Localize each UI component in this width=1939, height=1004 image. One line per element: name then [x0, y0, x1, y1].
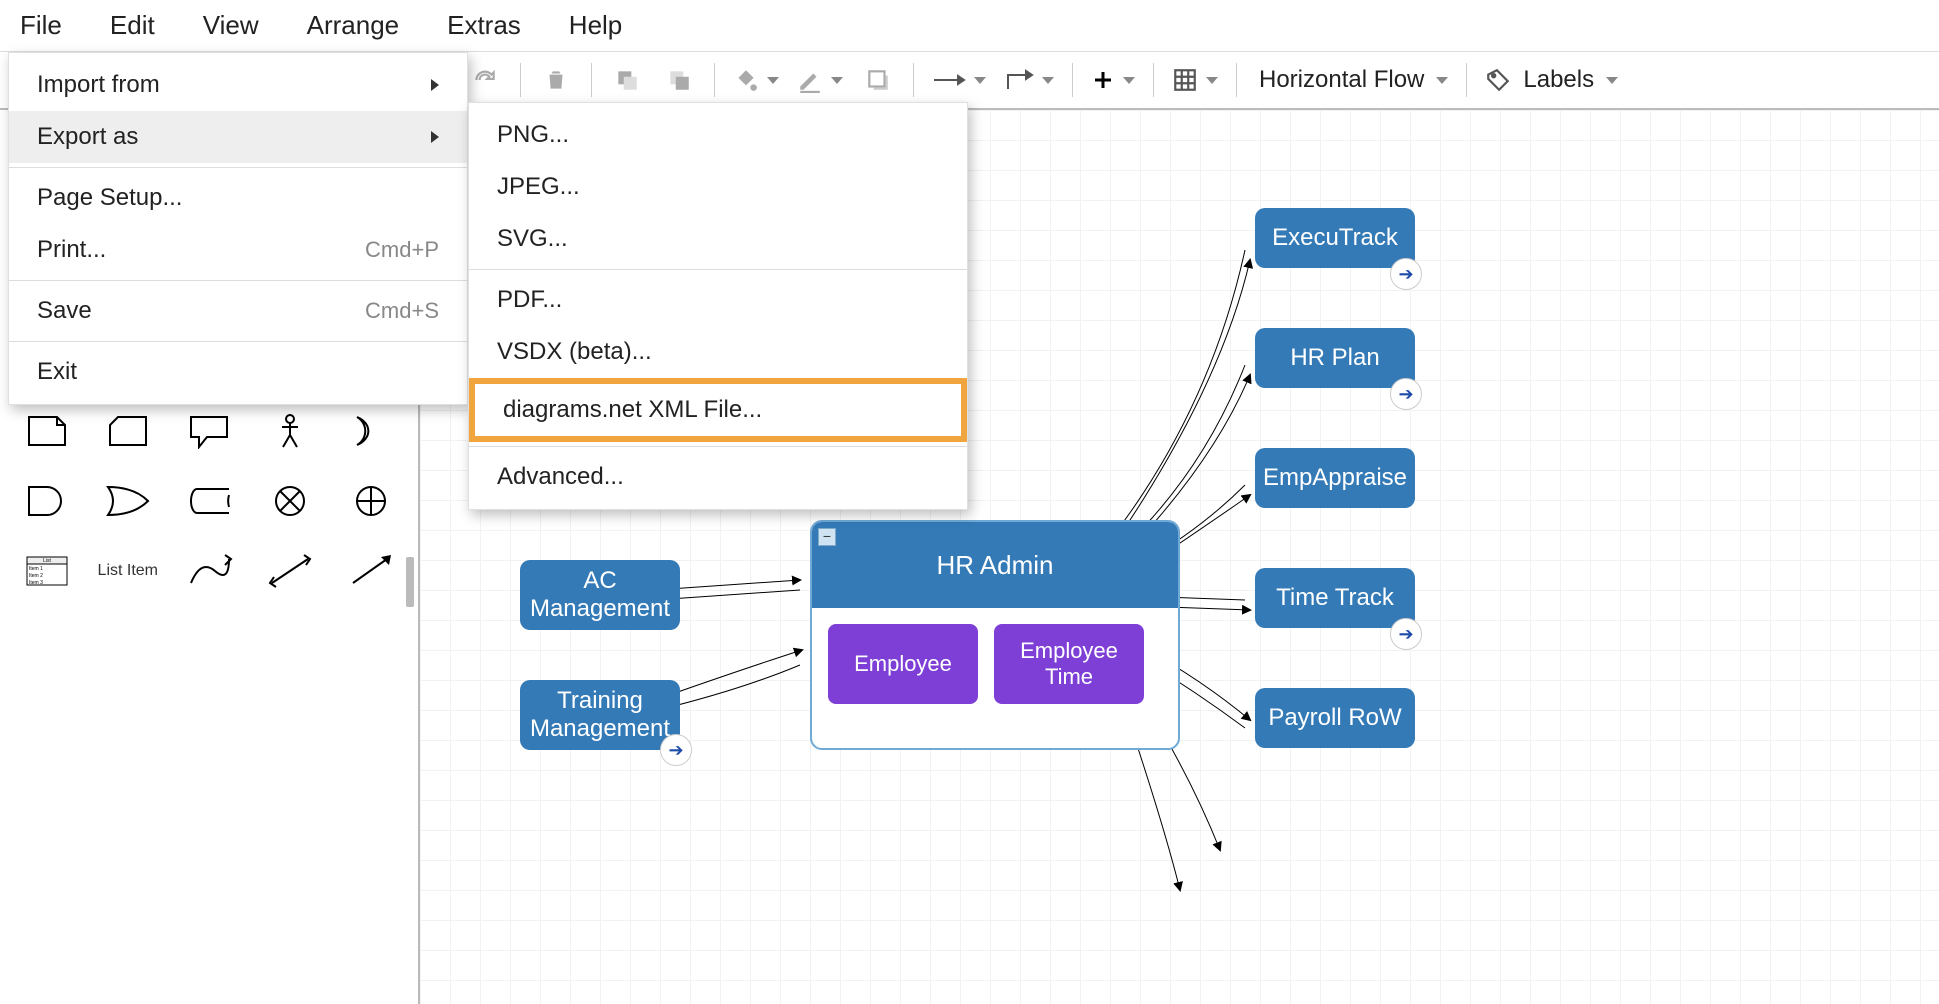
shape-arrow[interactable] — [335, 540, 408, 602]
menu-file[interactable]: File — [10, 4, 72, 47]
export-xml[interactable]: diagrams.net XML File... — [469, 378, 967, 442]
shape-sum-circle[interactable] — [335, 470, 408, 532]
line-color-button[interactable] — [797, 67, 843, 93]
svg-text:Item 2: Item 2 — [29, 573, 43, 579]
export-png[interactable]: PNG... — [469, 109, 967, 161]
export-vsdx[interactable]: VSDX (beta)... — [469, 326, 967, 378]
shape-list-item[interactable]: List Item — [91, 540, 164, 602]
shape-actor[interactable] — [254, 400, 327, 462]
collapse-icon[interactable]: − — [818, 528, 836, 546]
export-svg[interactable]: SVG... — [469, 213, 967, 265]
menu-export-as[interactable]: Export as — [9, 111, 467, 163]
to-front-icon[interactable] — [610, 63, 644, 97]
to-back-icon[interactable] — [662, 63, 696, 97]
insert-button[interactable] — [1091, 68, 1135, 92]
chevron-right-icon — [431, 79, 439, 91]
node-executrack[interactable]: ExecuTrack — [1255, 208, 1415, 268]
shape-note[interactable] — [10, 400, 83, 462]
table-button[interactable] — [1172, 67, 1218, 93]
menu-exit[interactable]: Exit — [9, 346, 467, 398]
node-hr-admin-header[interactable]: − HR Admin — [812, 522, 1178, 608]
labels-button[interactable]: Labels — [1485, 66, 1618, 94]
node-employee-time[interactable]: Employee Time — [994, 624, 1144, 704]
trash-icon[interactable] — [539, 63, 573, 97]
node-payroll-row[interactable]: Payroll RoW — [1255, 688, 1415, 748]
menu-print[interactable]: Print...Cmd+P — [9, 224, 467, 276]
menu-save[interactable]: SaveCmd+S — [9, 285, 467, 337]
menu-view[interactable]: View — [193, 4, 269, 47]
shape-crescent[interactable] — [335, 400, 408, 462]
layout-selector[interactable]: Horizontal Flow — [1255, 66, 1448, 94]
shape-card[interactable] — [91, 400, 164, 462]
node-hr-plan[interactable]: HR Plan — [1255, 328, 1415, 388]
link-chip-icon[interactable]: ➔ — [1390, 258, 1422, 290]
file-menu-dropdown: Import from Export as Page Setup... Prin… — [8, 52, 468, 405]
link-chip-icon[interactable]: ➔ — [1390, 618, 1422, 650]
shape-or[interactable] — [91, 470, 164, 532]
link-chip-icon[interactable]: ➔ — [660, 734, 692, 766]
sidebar-collapse-handle[interactable] — [406, 557, 414, 607]
menu-extras[interactable]: Extras — [437, 4, 531, 47]
chevron-right-icon — [431, 131, 439, 143]
hr-admin-label: HR Admin — [936, 550, 1053, 581]
svg-text:Item 1: Item 1 — [29, 566, 43, 572]
menu-help[interactable]: Help — [559, 4, 632, 47]
waypoint-style-button[interactable] — [1004, 67, 1054, 93]
menu-import-from[interactable]: Import from — [9, 59, 467, 111]
node-empappraise[interactable]: EmpAppraise — [1255, 448, 1415, 508]
export-submenu: PNG... JPEG... SVG... PDF... VSDX (beta)… — [468, 102, 968, 510]
layout-label: Horizontal Flow — [1255, 66, 1428, 94]
export-jpeg[interactable]: JPEG... — [469, 161, 967, 213]
shape-list[interactable]: ListItem 1Item 2Item 3 — [10, 540, 83, 602]
shape-datastore[interactable] — [172, 470, 245, 532]
node-hr-admin-container[interactable]: − HR Admin Employee Employee Time — [810, 520, 1180, 750]
export-advanced[interactable]: Advanced... — [469, 451, 967, 503]
link-chip-icon[interactable]: ➔ — [1390, 378, 1422, 410]
shadow-icon[interactable] — [861, 63, 895, 97]
shape-curve-arrow[interactable] — [172, 540, 245, 602]
fill-color-button[interactable] — [733, 67, 779, 93]
shape-speech[interactable] — [172, 400, 245, 462]
shape-and[interactable] — [10, 470, 83, 532]
node-ac-management[interactable]: AC Management — [520, 560, 680, 630]
connection-style-button[interactable] — [932, 73, 986, 87]
menu-arrange[interactable]: Arrange — [297, 4, 410, 47]
svg-text:List: List — [43, 558, 51, 564]
shape-double-arrow[interactable] — [254, 540, 327, 602]
node-time-track[interactable]: Time Track — [1255, 568, 1415, 628]
export-pdf[interactable]: PDF... — [469, 274, 967, 326]
shape-xor-circle[interactable] — [254, 470, 327, 532]
redo-icon[interactable] — [468, 63, 502, 97]
node-employee[interactable]: Employee — [828, 624, 978, 704]
menubar: File Edit View Arrange Extras Help — [0, 0, 1939, 52]
menu-page-setup[interactable]: Page Setup... — [9, 172, 467, 224]
svg-text:Item 3: Item 3 — [29, 580, 43, 586]
menu-edit[interactable]: Edit — [100, 4, 165, 47]
labels-label: Labels — [1519, 66, 1598, 94]
node-training-management[interactable]: Training Management — [520, 680, 680, 750]
